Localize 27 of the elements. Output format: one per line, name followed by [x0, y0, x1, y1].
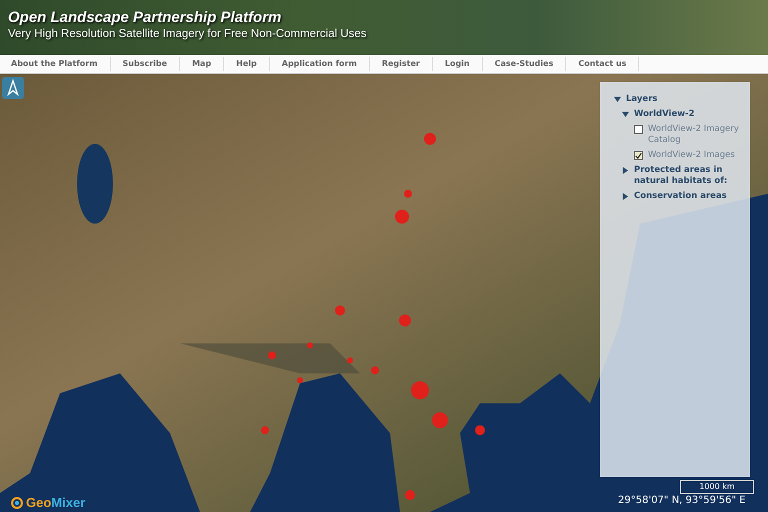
layer-group-label[interactable]: Protected areas in natural habitats of: [634, 165, 744, 187]
layer-label[interactable]: WorldView-2 Imagery Catalog [648, 124, 744, 146]
nav-link[interactable]: Case-Studies [482, 57, 566, 71]
layer-group-label[interactable]: WorldView-2 [634, 109, 695, 120]
site-title: Open Landscape Partnership Platform [8, 9, 282, 27]
site-subtitle: Very High Resolution Satellite Imagery for Free Non-Commercial Uses [8, 27, 368, 42]
nav-link[interactable]: About the Platform [0, 57, 111, 71]
cursor-coordinates: 29°58'07" N, 93°59'56" E [618, 495, 746, 506]
expand-arrow-icon[interactable] [622, 165, 629, 176]
expand-arrow-icon[interactable] [622, 109, 629, 120]
layer-label[interactable]: WorldView-2 Images [648, 150, 735, 161]
nav-link[interactable]: Map [180, 57, 224, 71]
layer-group-label[interactable]: Conservation areas [634, 191, 727, 202]
nav-link[interactable]: Help [224, 57, 270, 71]
scale-bar: 1000 km [680, 480, 754, 494]
layer-checkbox[interactable] [634, 125, 643, 134]
compass-icon[interactable] [2, 77, 24, 99]
nav-link[interactable]: Login [432, 57, 483, 71]
expand-arrow-icon[interactable] [622, 191, 629, 202]
nav-link[interactable]: Register [370, 57, 433, 71]
logo-text[interactable]: GeoMixer [26, 495, 86, 510]
layer-checkbox[interactable] [634, 151, 643, 160]
nav-link[interactable]: Application form [270, 57, 370, 71]
expand-arrow-icon[interactable] [614, 94, 621, 105]
layers-heading: Layers [626, 94, 658, 105]
nav-link[interactable]: Subscribe [110, 57, 180, 71]
nav-link[interactable]: Contact us [566, 57, 640, 71]
